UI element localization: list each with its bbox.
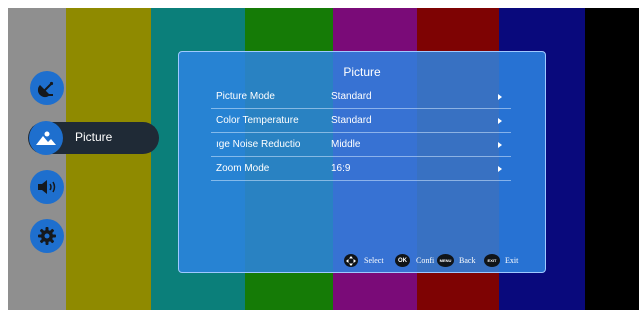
row-value: Standard — [331, 91, 372, 102]
row-label: ıge Noise Reductio — [216, 139, 301, 150]
dpad-icon — [344, 254, 358, 267]
picture-settings-panel: Picture Picture Mode Standard Color Temp… — [178, 51, 546, 273]
arrow-right-icon — [498, 118, 502, 124]
settings-row-noise-reduction[interactable]: ıge Noise Reductio Middle — [211, 134, 511, 157]
color-bar-black — [585, 8, 639, 310]
menu-item-sound[interactable] — [30, 170, 64, 204]
satellite-dish-icon — [37, 81, 54, 98]
help-confirm-text: Confi — [416, 256, 435, 265]
exit-key-icon: EXIT — [484, 254, 500, 267]
settings-row-color-temperature[interactable]: Color Temperature Standard — [211, 110, 511, 133]
help-back-text: Back — [459, 256, 476, 265]
row-label: Zoom Mode — [216, 163, 270, 174]
help-select-text: Select — [364, 256, 384, 265]
menu-item-label: Picture — [75, 130, 113, 144]
settings-row-zoom-mode[interactable]: Zoom Mode 16:9 — [211, 158, 511, 181]
row-value: 16:9 — [331, 163, 351, 174]
ok-key-icon: OK — [395, 254, 410, 267]
settings-row-picture-mode[interactable]: Picture Mode Standard — [211, 86, 511, 109]
menu-item-satellite[interactable] — [30, 71, 64, 105]
picture-landscape-icon — [36, 131, 56, 145]
menu-key-icon: MENU — [437, 254, 454, 267]
menu-item-picture[interactable]: Picture — [28, 121, 159, 155]
speaker-icon — [38, 180, 56, 194]
row-value: Standard — [331, 115, 372, 126]
panel-title: Picture — [343, 65, 381, 79]
color-bar-yellow — [66, 8, 151, 310]
row-label: Color Temperature — [216, 115, 299, 126]
row-label: Picture Mode — [216, 91, 275, 102]
arrow-right-icon — [498, 142, 502, 148]
picture-menu-button — [29, 121, 63, 155]
menu-item-settings[interactable] — [30, 219, 64, 253]
color-bar-gray — [8, 8, 66, 310]
gear-icon — [38, 227, 56, 245]
arrow-right-icon — [498, 166, 502, 172]
help-exit-text: Exit — [505, 256, 519, 265]
arrow-right-icon — [498, 94, 502, 100]
row-value: Middle — [331, 139, 361, 150]
